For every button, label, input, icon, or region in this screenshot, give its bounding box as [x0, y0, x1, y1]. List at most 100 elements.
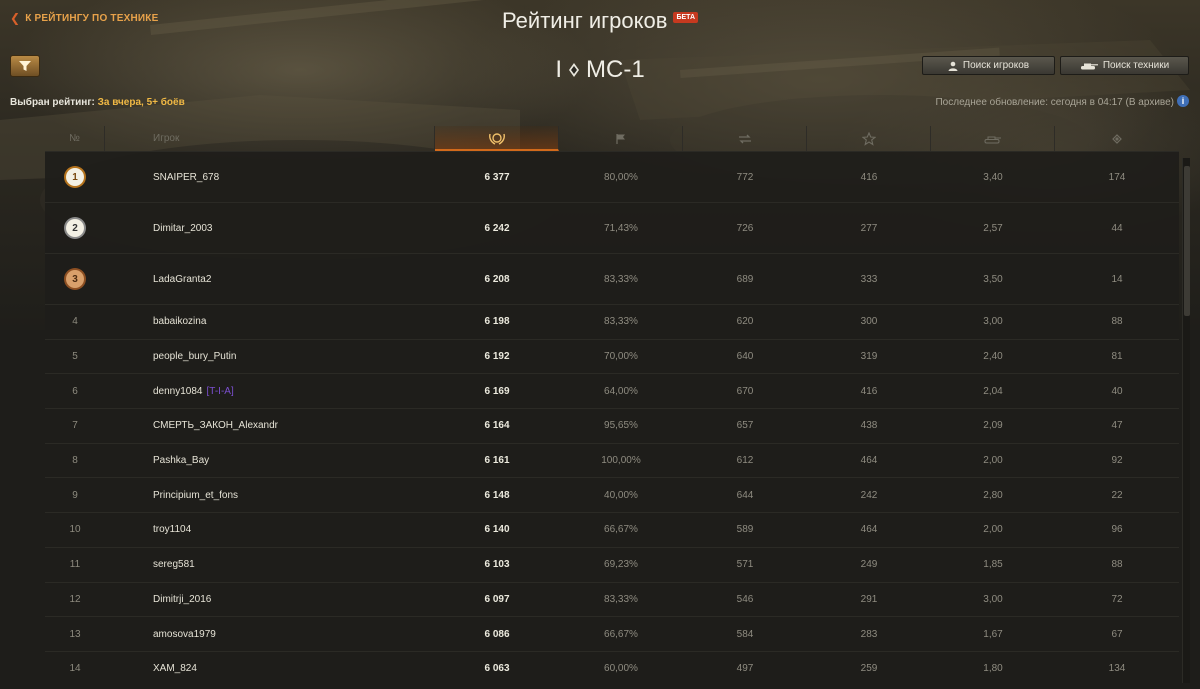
- player-cell: СМЕРТЬ_ЗАКОН_Alexandr: [105, 420, 435, 431]
- player-cell: babaikozina: [105, 316, 435, 327]
- search-vehicles-button[interactable]: Поиск техники: [1060, 56, 1189, 75]
- table-row[interactable]: 9 Principium_et_fons 6 148 40,00% 644 242 2,80…: [45, 477, 1179, 513]
- header-winrate[interactable]: [559, 126, 683, 151]
- player-name-link[interactable]: troy1104: [153, 524, 191, 535]
- table-row[interactable]: 13 amosova1979 6 086 66,67% 584 283 1,67 67: [45, 616, 1179, 651]
- table-row[interactable]: 12 Dimitrji_2016 6 097 83,33% 546 291 3,00 72: [45, 581, 1179, 617]
- rank-cell: 2: [45, 219, 105, 237]
- header-frags[interactable]: [931, 126, 1055, 151]
- rating-cell: 6 063: [484, 663, 510, 675]
- rank-cell: 6: [72, 385, 78, 397]
- player-cell: XAM_824: [105, 663, 435, 674]
- assist-cell: 174: [1108, 171, 1126, 183]
- player-cell: LadaGranta2: [105, 274, 435, 285]
- player-name-link[interactable]: LadaGranta2: [153, 274, 211, 285]
- header-rating[interactable]: [435, 126, 559, 151]
- rank-cell: 7: [72, 420, 78, 432]
- search-players-label: Поиск игроков: [962, 60, 1030, 71]
- header-experience[interactable]: [807, 126, 931, 151]
- page-title-text: Рейтинг игроков: [501, 8, 668, 33]
- player-name-link[interactable]: SNAIPER_678: [153, 172, 219, 183]
- selected-rating-value[interactable]: За вчера, 5+ боёв: [98, 97, 185, 108]
- player-name-link[interactable]: Dimitar_2003: [153, 223, 212, 234]
- experience-cell: 291: [860, 593, 878, 605]
- assist-cell: 96: [1111, 524, 1123, 536]
- table-row[interactable]: 4 babaikozina 6 198 83,33% 620 300 3,00 88: [45, 304, 1179, 339]
- flag-icon: [615, 133, 625, 144]
- rating-cell: 6 169: [484, 385, 510, 397]
- assist-cell: 22: [1111, 489, 1123, 501]
- table-row[interactable]: 1 SNAIPER_678 6 377 80,00% 772 416 3,40 174: [45, 151, 1179, 202]
- winrate-cell: 70,00%: [604, 351, 638, 363]
- rating-cell: 6 164: [484, 420, 510, 432]
- assist-cell: 40: [1111, 385, 1123, 397]
- rank-cell: 8: [72, 455, 78, 467]
- player-name-link[interactable]: sereg581: [153, 559, 195, 570]
- info-icon[interactable]: i: [1177, 95, 1189, 107]
- table-row[interactable]: 2 Dimitar_2003 6 242 71,43% 726 277 2,57 44: [45, 202, 1179, 253]
- header-number[interactable]: №: [45, 126, 105, 151]
- star-icon: [861, 131, 876, 146]
- table-row[interactable]: 5 people_bury_Putin 6 192 70,00% 640 319 2,40 8…: [45, 338, 1179, 374]
- header-player[interactable]: Игрок: [105, 126, 435, 151]
- frags-cell: 3,00: [983, 316, 1003, 328]
- damage-cell: 772: [736, 171, 754, 183]
- winrate-cell: 69,23%: [604, 559, 638, 571]
- rating-cell: 6 192: [484, 351, 510, 363]
- frags-cell: 2,09: [983, 420, 1003, 432]
- player-name-link[interactable]: Pashka_Bay: [153, 455, 209, 466]
- rating-laurel-icon: [488, 132, 505, 145]
- damage-cell: 640: [736, 351, 754, 363]
- player-name-link[interactable]: Principium_et_fons: [153, 490, 238, 501]
- winrate-cell: 83,33%: [604, 316, 638, 328]
- table-row[interactable]: 14 XAM_824 6 063 60,00% 497 259 1,80 134: [45, 650, 1179, 686]
- header-assist[interactable]: [1055, 126, 1179, 151]
- player-name-link[interactable]: СМЕРТЬ_ЗАКОН_Alexandr: [153, 420, 278, 431]
- rating-cell: 6 148: [484, 489, 510, 501]
- frags-cell: 3,00: [983, 593, 1003, 605]
- table-row[interactable]: 3 LadaGranta2 6 208 83,33% 689 333 3,50 14: [45, 253, 1179, 304]
- player-rating-table: № Игрок 1 SNAIPER_678 6 377 80,00% 772 4…: [45, 126, 1179, 686]
- frags-cell: 2,00: [983, 524, 1003, 536]
- experience-cell: 416: [860, 171, 878, 183]
- winrate-cell: 66,67%: [604, 628, 638, 640]
- scrollbar[interactable]: [1182, 158, 1190, 683]
- experience-cell: 300: [860, 316, 878, 328]
- table-row[interactable]: 6 denny1084 [T-I-A] 6 169 64,00% 670 416 2,04 40: [45, 373, 1179, 409]
- assist-cell: 92: [1111, 455, 1123, 467]
- player-name-link[interactable]: XAM_824: [153, 663, 197, 674]
- beta-badge: БЕТА: [673, 12, 699, 23]
- frags-cell: 2,04: [983, 385, 1003, 397]
- rank-cell: 10: [69, 524, 81, 536]
- rating-cell: 6 161: [484, 455, 510, 467]
- player-name-link[interactable]: people_bury_Putin: [153, 351, 236, 362]
- table-row[interactable]: 10 troy1104 6 140 66,67% 589 464 2,00 96: [45, 512, 1179, 547]
- scrollbar-thumb[interactable]: [1184, 166, 1190, 316]
- winrate-cell: 71,43%: [604, 222, 638, 234]
- player-name-link[interactable]: amosova1979: [153, 629, 216, 640]
- damage-cell: 584: [736, 628, 754, 640]
- table-row[interactable]: 7 СМЕРТЬ_ЗАКОН_Alexandr 6 164 95,65% 657 438 2…: [45, 408, 1179, 443]
- player-name-link[interactable]: denny1084: [153, 386, 203, 397]
- damage-cell: 644: [736, 489, 754, 501]
- player-name-link[interactable]: Dimitrji_2016: [153, 594, 211, 605]
- frags-cell: 2,00: [983, 455, 1003, 467]
- damage-cell: 571: [736, 559, 754, 571]
- damage-cell: 589: [736, 524, 754, 536]
- assist-cell: 67: [1111, 628, 1123, 640]
- search-players-button[interactable]: Поиск игроков: [922, 56, 1055, 75]
- rating-cell: 6 086: [484, 628, 510, 640]
- rating-cell: 6 097: [484, 593, 510, 605]
- rank-medal-icon: 2: [66, 219, 84, 237]
- player-name-link[interactable]: babaikozina: [153, 316, 206, 327]
- header-damage[interactable]: [683, 126, 807, 151]
- frags-cell: 2,80: [983, 489, 1003, 501]
- experience-cell: 464: [860, 524, 878, 536]
- player-cell: denny1084 [T-I-A]: [105, 386, 435, 397]
- table-row[interactable]: 8 Pashka_Bay 6 161 100,00% 612 464 2,00 92: [45, 442, 1179, 478]
- rating-cell: 6 140: [484, 524, 510, 536]
- table-row[interactable]: 11 sereg581 6 103 69,23% 571 249 1,85 88: [45, 546, 1179, 582]
- rating-cell: 6 242: [484, 222, 510, 234]
- experience-cell: 416: [860, 385, 878, 397]
- clan-tag-link[interactable]: [T-I-A]: [207, 386, 234, 397]
